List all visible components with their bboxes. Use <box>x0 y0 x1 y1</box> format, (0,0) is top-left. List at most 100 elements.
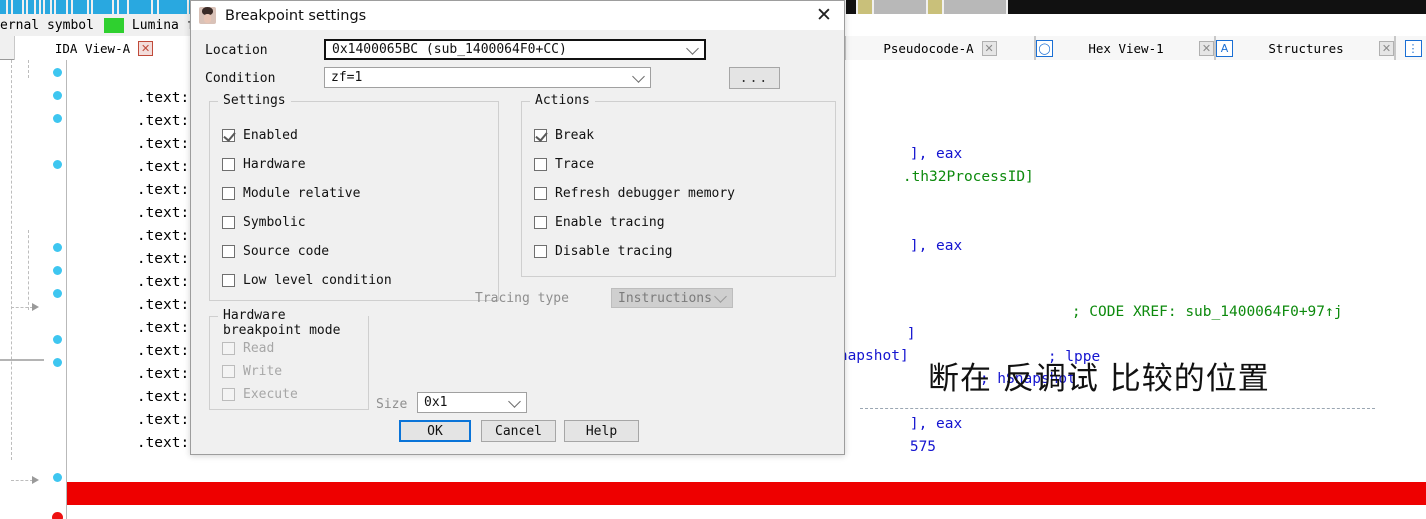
checkbox-box[interactable] <box>222 187 235 200</box>
size-value: 0x1 <box>424 395 448 410</box>
close-icon[interactable]: ✕ <box>812 4 836 26</box>
cancel-button[interactable]: Cancel <box>481 420 556 442</box>
size-combobox[interactable]: 0x1 <box>417 392 527 413</box>
checkbox-read: Read <box>222 341 274 356</box>
checkbox-enabled[interactable]: Enabled <box>222 128 298 143</box>
checkbox-box <box>222 388 235 401</box>
breakpoint-dot[interactable] <box>53 160 62 169</box>
help-label: Help <box>585 423 618 439</box>
checkbox-label: Low level condition <box>243 273 392 288</box>
ok-label: OK <box>427 423 443 439</box>
ok-button[interactable]: OK <box>399 420 471 442</box>
checkbox-box[interactable] <box>534 216 547 229</box>
enums-icon: ⋮ <box>1404 39 1422 57</box>
checkbox-box <box>222 342 235 355</box>
checkbox-label: Read <box>243 341 275 356</box>
breakpoint-dot-column[interactable] <box>52 60 66 519</box>
chevron-down-icon[interactable] <box>508 394 521 408</box>
checkbox-module-relative[interactable]: Module relative <box>222 186 360 201</box>
breakpoint-dot[interactable] <box>53 91 62 100</box>
code-fragment-eax-1: ], eax <box>840 120 1426 162</box>
hardware-breakpoint-mode-group: Hardware breakpoint mode Read Write Exec… <box>209 308 369 410</box>
breakpoint-settings-dialog[interactable]: Breakpoint settings ✕ Location 0x1400065… <box>190 0 845 455</box>
tab-label: Structures <box>1268 40 1344 56</box>
checkbox-label: Source code <box>243 244 330 259</box>
breakpoint-dot[interactable] <box>53 473 62 482</box>
hex-view-icon: ◯ <box>1036 39 1053 57</box>
checkbox-source-code[interactable]: Source code <box>222 244 329 259</box>
checkbox-disable-tracing[interactable]: Disable tracing <box>534 244 672 259</box>
checkbox-box[interactable] <box>222 216 235 229</box>
size-label: Size <box>376 397 408 412</box>
legend-text-left: ernal symbol <box>0 17 94 33</box>
condition-value: zf=1 <box>331 70 363 85</box>
settings-group-title: Settings <box>218 93 291 108</box>
tab-enums[interactable]: ⋮ <box>1395 36 1426 60</box>
breakpoint-dot[interactable] <box>53 243 62 252</box>
active-breakpoint-dot[interactable] <box>52 512 63 519</box>
dots-label: ... <box>739 70 770 86</box>
chevron-down-icon <box>714 290 727 303</box>
tab-ida-view-a[interactable]: IDA View-A ✕ <box>14 36 194 60</box>
checkbox-symbolic[interactable]: Symbolic <box>222 215 306 230</box>
tab-pseudocode-a[interactable]: Pseudocode-A ✕ <box>845 36 1035 60</box>
tab-hex-view-1[interactable]: ◯ Hex View-1 ✕ <box>1035 36 1215 60</box>
checkbox-box[interactable] <box>222 158 235 171</box>
checkbox-label: Enabled <box>243 128 298 143</box>
close-icon[interactable]: ✕ <box>1199 40 1214 56</box>
disassembly-row-65b5[interactable]: .text:00000001400065B5 83 BD 94 01 00 00… <box>66 459 1426 519</box>
help-button[interactable]: Help <box>564 420 639 442</box>
checkbox-label: Trace <box>555 157 595 172</box>
checkbox-hardware[interactable]: Hardware <box>222 157 306 172</box>
breakpoint-dot[interactable] <box>53 335 62 344</box>
breakpoint-dot[interactable] <box>53 289 62 298</box>
code-operand: ], eax <box>909 238 963 254</box>
disassembly-row-65bc-next[interactable]: .text:00000001400065BC <box>66 505 1426 519</box>
location-combobox[interactable]: 0x1400065BC (sub_1400064F0+CC) <box>324 39 706 60</box>
disassembly-row-65bc-highlighted[interactable]: .text:00000001400065BC 0F 84 F9 00 00 00… <box>66 482 1426 519</box>
separator-dashed-line <box>860 408 1375 409</box>
code-operand: 575 <box>909 439 937 455</box>
tab-structures[interactable]: A Structures ✕ <box>1215 36 1395 60</box>
tab-label: Pseudocode-A <box>883 40 974 56</box>
checkbox-refresh-debugger-memory[interactable]: Refresh debugger memory <box>534 186 735 201</box>
checkbox-label: Enable tracing <box>555 215 665 230</box>
chevron-down-icon[interactable] <box>686 41 699 55</box>
checkbox-break[interactable]: Break <box>534 128 594 143</box>
breakpoint-dot[interactable] <box>53 266 62 275</box>
graph-arrow-gutter <box>0 60 52 519</box>
checkbox-box[interactable] <box>222 274 235 287</box>
checkbox-box <box>222 365 235 378</box>
chevron-down-icon[interactable] <box>632 69 645 83</box>
condition-combobox[interactable]: zf=1 <box>324 67 651 88</box>
checkbox-label: Hardware <box>243 157 306 172</box>
settings-group: Settings Enabled Hardware Module relativ… <box>209 93 499 301</box>
close-icon[interactable]: ✕ <box>1379 40 1394 56</box>
checkbox-box[interactable] <box>534 158 547 171</box>
checkbox-box[interactable] <box>534 187 547 200</box>
checkbox-trace[interactable]: Trace <box>534 157 594 172</box>
checkbox-label: Refresh debugger memory <box>555 186 736 201</box>
breakpoint-dot[interactable] <box>53 114 62 123</box>
checkbox-box[interactable] <box>222 129 235 142</box>
checkbox-box[interactable] <box>222 245 235 258</box>
tracing-type-combobox: Instructions <box>611 288 733 308</box>
dialog-title-bar[interactable]: Breakpoint settings ✕ <box>191 1 844 30</box>
checkbox-box[interactable] <box>534 245 547 258</box>
code-fragment-hsnapshot: napshot] ; hSnapshot <box>769 322 1426 387</box>
close-icon[interactable]: ✕ <box>138 40 154 56</box>
app-logo-icon <box>199 7 216 24</box>
close-icon[interactable]: ✕ <box>981 40 997 56</box>
breakpoint-dot[interactable] <box>53 68 62 77</box>
code-fragment-th32processid: .th32ProcessID] <box>833 143 1426 185</box>
checkbox-low-level-condition[interactable]: Low level condition <box>222 273 392 288</box>
code-operand: napshot] <box>838 348 909 364</box>
checkbox-label: Break <box>555 128 595 143</box>
condition-browse-button[interactable]: ... <box>729 67 780 89</box>
checkbox-label: Symbolic <box>243 215 306 230</box>
code-fragment-575: 575 <box>840 413 1426 455</box>
breakpoint-dot[interactable] <box>53 358 62 367</box>
checkbox-enable-tracing[interactable]: Enable tracing <box>534 215 665 230</box>
checkbox-box[interactable] <box>534 129 547 142</box>
chinese-annotation: 断在 反调试 比较的位置 <box>928 361 1270 397</box>
